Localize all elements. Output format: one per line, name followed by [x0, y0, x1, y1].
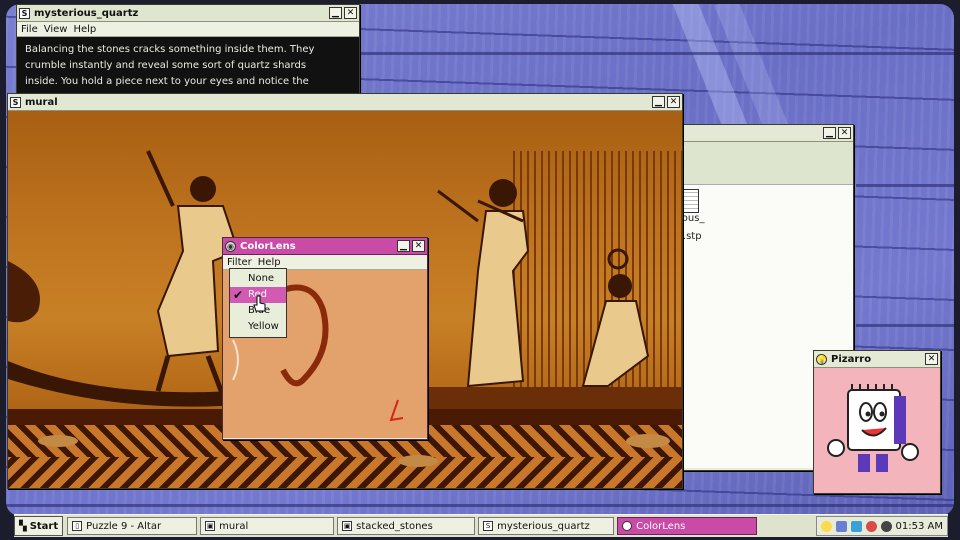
checkmark-icon: ✔: [233, 288, 244, 302]
task-mysterious-quartz[interactable]: S mysterious_quartz: [478, 517, 615, 535]
task-label: mysterious_quartz: [497, 520, 590, 532]
taskbar: ▚ Start ▯ Puzzle 9 - Altar ▣ mural ▣ sta…: [14, 514, 948, 537]
quartz-titlebar[interactable]: S mysterious_quartz ▁ ✕: [17, 5, 359, 22]
task-label: Puzzle 9 - Altar: [86, 520, 162, 532]
quartz-text: Balancing the stones cracks something in…: [17, 37, 359, 100]
wallpaper-plank-line: [356, 52, 954, 55]
image-icon: ▣: [342, 521, 353, 531]
menu-file[interactable]: File: [21, 24, 38, 35]
task-label: stacked_stones: [356, 520, 433, 532]
image-icon: ▣: [205, 521, 216, 531]
notepad-mascot-icon: [814, 368, 938, 493]
lens-icon: ◉: [622, 521, 633, 531]
alert-icon[interactable]: [865, 520, 877, 532]
menu-view[interactable]: View: [44, 24, 68, 35]
volume-icon[interactable]: [850, 520, 862, 532]
close-button[interactable]: ✕: [412, 240, 425, 252]
minimize-button[interactable]: ▁: [329, 7, 342, 19]
minimize-button[interactable]: ▁: [823, 127, 836, 139]
start-logo-icon: ▚: [19, 520, 27, 532]
filter-option-yellow[interactable]: Yellow: [230, 319, 286, 335]
close-button[interactable]: ✕: [667, 96, 680, 108]
wallpaper-plank-line: [6, 504, 954, 507]
window-toolbar-strip: [677, 142, 853, 185]
script-icon: S: [19, 7, 30, 19]
quartz-menubar: File View Help: [17, 22, 359, 37]
task-mural[interactable]: ▣ mural: [200, 517, 335, 535]
filter-option-label: None: [248, 273, 275, 284]
start-label: Start: [29, 520, 59, 532]
network-icon[interactable]: [835, 520, 847, 532]
colorlens-titlebar[interactable]: ◉ ColorLens ▁ ✕: [223, 238, 427, 255]
task-label: mural: [219, 520, 249, 532]
pizarro-assistant-character[interactable]: [814, 368, 940, 493]
menu-filter[interactable]: Filter: [227, 257, 252, 268]
pizarro-title: Pizarro: [831, 353, 872, 365]
wallpaper-plank-line: [856, 184, 954, 187]
lens-icon: ◉: [225, 240, 236, 252]
mural-title: mural: [25, 96, 58, 108]
lightbulb-icon[interactable]: [820, 520, 832, 532]
menu-help[interactable]: Help: [73, 24, 96, 35]
stacked-stones-titlebar[interactable]: ▁ ✕: [677, 125, 853, 142]
close-button[interactable]: ✕: [925, 353, 938, 365]
quartz-title: mysterious_quartz: [34, 7, 139, 19]
task-puzzle[interactable]: ▯ Puzzle 9 - Altar: [67, 517, 198, 535]
mysterious-quartz-window[interactable]: S mysterious_quartz ▁ ✕ File View Help B…: [16, 4, 360, 100]
file-icon[interactable]: [683, 189, 699, 213]
close-button[interactable]: ✕: [344, 7, 357, 19]
clock-time: 01:53 AM: [895, 520, 943, 532]
hand-cursor-icon: [253, 295, 266, 312]
clock-icon: [880, 520, 892, 532]
script-icon: S: [483, 521, 494, 531]
puzzle-icon: ▯: [72, 521, 83, 531]
task-colorlens[interactable]: ◉ ColorLens: [617, 517, 758, 535]
menu-help[interactable]: Help: [258, 257, 281, 268]
pizarro-titlebar[interactable]: 💡 Pizarro ✕: [814, 351, 940, 368]
quartz-line: Balancing the stones cracks something in…: [25, 44, 315, 55]
lightbulb-icon: 💡: [816, 353, 827, 365]
minimize-button[interactable]: ▁: [652, 96, 665, 108]
wallpaper-plank-line: [856, 324, 954, 327]
task-label: ColorLens: [636, 520, 686, 532]
start-button[interactable]: ▚ Start: [14, 516, 64, 536]
script-icon: S: [10, 96, 21, 108]
close-button[interactable]: ✕: [838, 127, 851, 139]
quartz-line: inside. You hold a piece next to your ey…: [25, 76, 309, 87]
mural-titlebar[interactable]: S mural ▁ ✕: [8, 94, 682, 111]
system-tray: 01:53 AM: [815, 516, 948, 536]
pizarro-window[interactable]: 💡 Pizarro ✕: [813, 350, 941, 494]
colorlens-title: ColorLens: [240, 240, 296, 252]
task-stacked-stones[interactable]: ▣ stacked_stones: [337, 517, 476, 535]
filter-option-none[interactable]: None: [230, 271, 286, 287]
filter-option-label: Yellow: [248, 321, 279, 332]
quartz-line: crumble instantly and reveal some sort o…: [25, 60, 307, 71]
colorlens-window[interactable]: ◉ ColorLens ▁ ✕ Filter Help None ✔Red Bl…: [222, 237, 428, 440]
minimize-button[interactable]: ▁: [397, 240, 410, 252]
